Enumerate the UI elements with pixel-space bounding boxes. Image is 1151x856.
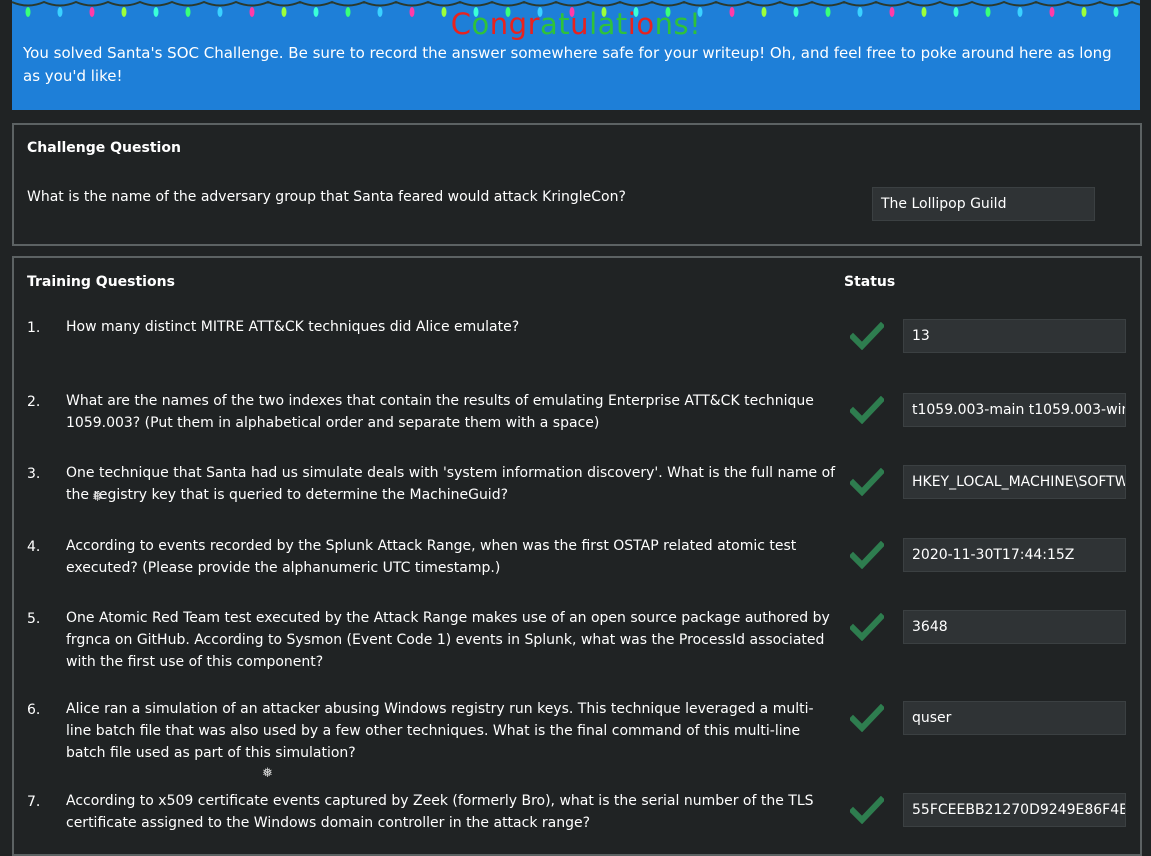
training-answer-field[interactable]: t1059.003-main t1059.003-win [903,393,1126,427]
banner-title-segment: ngr [489,7,541,41]
training-answer-field[interactable]: 13 [903,319,1126,353]
checkmark-icon [850,541,884,569]
training-question: Alice ran a simulation of an attacker ab… [66,701,814,761]
banner-title-segment: lat [589,7,628,41]
training-answer-field[interactable]: HKEY_LOCAL_MACHINE\SOFTWARE\Microsoft\Cr… [903,465,1126,499]
snowflake-icon: ❅ [262,766,273,781]
training-question: How many distinct MITRE ATT&CK technique… [66,319,520,335]
checkmark-stroke [850,322,884,350]
training-answer-field[interactable]: 55FCEEBB21270D9249E86F4B9DC7AA60 [903,793,1126,827]
banner-message: You solved Santa's SOC Challenge. Be sur… [23,44,1112,85]
banner-title-segment: at [540,7,571,41]
question-number: 4. [27,539,41,555]
question-number: 3. [27,466,41,482]
banner-title-segment: u [570,7,590,41]
checkmark-stroke [850,796,884,824]
training-question: One Atomic Red Team test executed by the… [66,610,830,670]
checkmark-stroke [850,613,884,641]
banner-title-segment: C [450,7,472,41]
light-wire [12,0,1140,7]
training-panel: Training Questions Status 1. How many dis… [12,256,1142,856]
banner-title: Congratulations! [12,6,1140,42]
training-answer-field[interactable]: 2020-11-30T17:44:15Z [903,538,1126,572]
checkmark-icon [850,322,884,350]
training-heading: Training Questions [27,274,175,290]
training-question: According to x509 certificate events cap… [66,793,814,831]
challenge-answer-field[interactable]: The Lollipop Guild [872,187,1095,221]
checkmark-stroke [850,541,884,569]
question-number: 1. [27,320,41,336]
question-number: 7. [27,794,41,810]
training-question: What are the names of the two indexes th… [66,393,814,431]
challenge-question: What is the name of the adversary group … [27,189,626,205]
banner-title-segment: io [627,7,655,41]
question-number: 2. [27,394,41,410]
training-question: One technique that Santa had us simulate… [66,465,836,503]
checkmark-stroke [850,396,884,424]
snowflake-icon: ❅ [92,490,103,505]
question-number: 6. [27,702,41,718]
checkmark-icon [850,468,884,496]
checkmark-icon [850,796,884,824]
checkmark-icon [850,704,884,732]
challenge-panel: Challenge Question What is the name of t… [12,123,1142,246]
congratulations-banner: Congratulations! You solved Santa's SOC … [12,0,1140,110]
status-heading: Status [844,274,896,290]
banner-title-segment: o [471,7,490,41]
training-answer-field[interactable]: quser [903,701,1126,735]
banner-title-segment: ns! [654,7,702,41]
training-answer-field[interactable]: 3648 [903,610,1126,644]
checkmark-stroke [850,468,884,496]
checkmark-icon [850,396,884,424]
challenge-heading: Challenge Question [27,140,181,156]
checkmark-icon [850,613,884,641]
checkmark-stroke [850,704,884,732]
training-question: According to events recorded by the Splu… [66,538,797,576]
question-number: 5. [27,611,41,627]
